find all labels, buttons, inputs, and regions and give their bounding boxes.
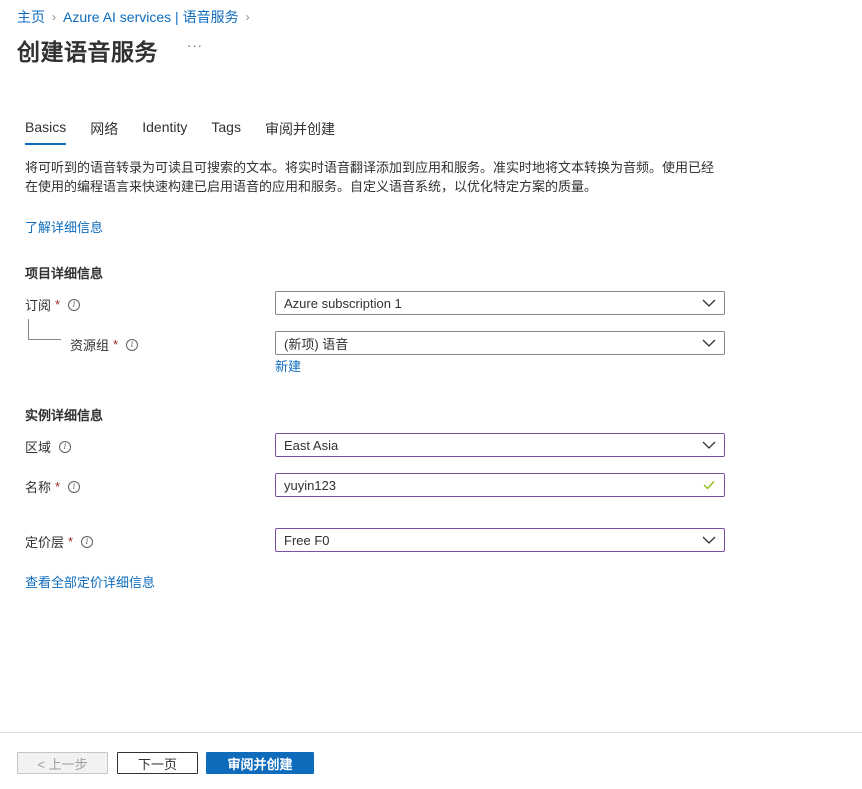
chevron-down-icon <box>694 536 724 544</box>
tab-networking[interactable]: 网络 <box>90 119 118 145</box>
region-dropdown[interactable]: East Asia <box>275 433 725 457</box>
pricing-tier-label-text: 定价层 <box>25 535 65 550</box>
info-icon[interactable]: i <box>68 480 81 493</box>
region-value: East Asia <box>284 437 339 453</box>
required-marker: * <box>68 534 74 549</box>
region-label-text: 区域 <box>25 440 52 455</box>
region-label: 区域 i <box>25 437 72 456</box>
required-marker: * <box>55 297 61 312</box>
resource-group-dropdown[interactable]: (新项) 语音 <box>275 331 725 355</box>
tab-tags[interactable]: Tags <box>211 119 241 145</box>
info-icon[interactable]: i <box>59 440 72 453</box>
pricing-tier-dropdown[interactable]: Free F0 <box>275 528 725 552</box>
learn-more-link[interactable]: 了解详细信息 <box>25 217 103 236</box>
subscription-label-text: 订阅 <box>25 298 52 313</box>
breadcrumb-home[interactable]: 主页 <box>17 7 45 27</box>
name-input[interactable]: yuyin123 <box>275 473 725 497</box>
resource-group-label: 资源组 * i <box>70 335 139 354</box>
info-icon[interactable]: i <box>68 298 81 311</box>
chevron-down-icon <box>694 339 724 347</box>
page-title: 创建语音服务 <box>17 39 158 65</box>
info-icon[interactable]: i <box>126 338 139 351</box>
next-button[interactable]: 下一页 <box>117 752 198 774</box>
subscription-dropdown[interactable]: Azure subscription 1 <box>275 291 725 315</box>
more-options-icon[interactable]: ··· <box>187 38 203 53</box>
tab-review-create[interactable]: 审阅并创建 <box>265 119 335 145</box>
description-line-2: 在使用的编程语言来快速构建已启用语音的应用和服务。自定义语音系统，以优化特定方案… <box>25 179 598 194</box>
description-line-1: 将可听到的语音转录为可读且可搜索的文本。将实时语音翻译添加到应用和服务。准实时地… <box>25 160 715 175</box>
hierarchy-connector <box>28 319 61 340</box>
info-icon[interactable]: i <box>81 535 94 548</box>
chevron-down-icon <box>694 299 724 307</box>
pricing-tier-value: Free F0 <box>284 532 330 548</box>
breadcrumb-speech-services[interactable]: Azure AI services | 语音服务 <box>63 7 239 27</box>
tab-basics[interactable]: Basics <box>25 119 67 145</box>
review-create-button[interactable]: 审阅并创建 <box>206 752 314 774</box>
pricing-tier-label: 定价层 * i <box>25 532 94 551</box>
resource-group-label-text: 资源组 <box>70 338 110 353</box>
breadcrumb: 主页 › Azure AI services | 语音服务 › <box>17 7 257 27</box>
name-value[interactable]: yuyin123 <box>284 478 694 493</box>
instance-details-heading: 实例详细信息 <box>25 408 104 423</box>
create-new-resource-group-link[interactable]: 新建 <box>275 356 301 375</box>
subscription-value: Azure subscription 1 <box>284 295 402 311</box>
tab-identity[interactable]: Identity <box>142 119 187 145</box>
chevron-right-icon: › <box>52 10 56 24</box>
tab-bar: Basics 网络 Identity Tags 审阅并创建 <box>25 119 359 145</box>
name-label-text: 名称 <box>25 480 52 495</box>
chevron-right-icon: › <box>245 10 250 24</box>
view-pricing-details-link[interactable]: 查看全部定价详细信息 <box>25 572 155 591</box>
subscription-label: 订阅 * i <box>25 295 81 314</box>
checkmark-icon <box>694 480 724 490</box>
footer-divider <box>0 732 862 733</box>
chevron-down-icon <box>694 441 724 449</box>
resource-group-value: (新项) 语音 <box>284 336 349 352</box>
required-marker: * <box>113 337 119 352</box>
required-marker: * <box>55 479 61 494</box>
name-label: 名称 * i <box>25 477 81 496</box>
service-description: 将可听到的语音转录为可读且可搜索的文本。将实时语音翻译添加到应用和服务。准实时地… <box>25 158 725 196</box>
project-details-heading: 项目详细信息 <box>25 266 104 281</box>
previous-button[interactable]: < 上一步 <box>17 752 108 774</box>
